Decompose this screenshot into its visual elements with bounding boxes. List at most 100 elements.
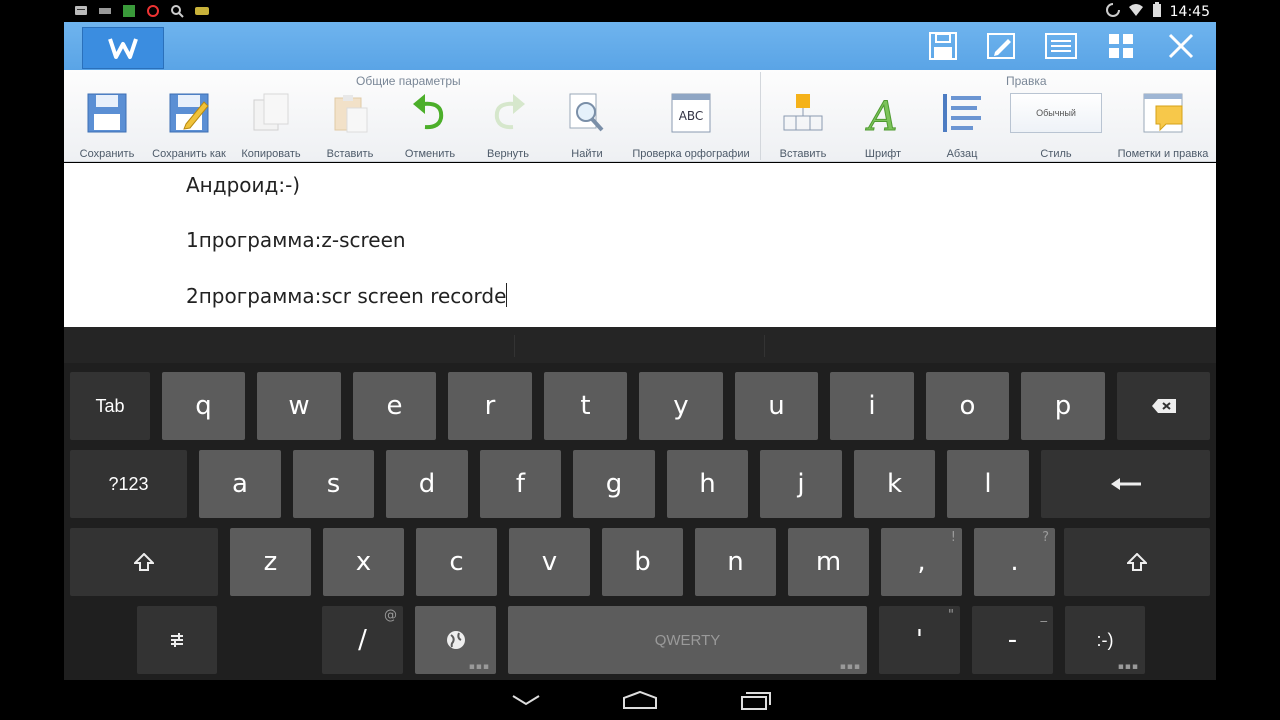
key-e[interactable]: e <box>353 372 436 440</box>
key-l[interactable]: l <box>947 450 1029 518</box>
ribbon-insert-button[interactable]: Вставить <box>772 90 834 160</box>
battery-icon <box>1152 2 1162 22</box>
key-q[interactable]: q <box>162 372 245 440</box>
spellcheck-icon: ABC <box>671 93 711 133</box>
ribbon-undo-button[interactable]: Отменить <box>398 90 462 160</box>
key-o[interactable]: o <box>926 372 1009 440</box>
text-cursor <box>506 283 508 307</box>
review-icon <box>1143 93 1183 133</box>
edit-button[interactable] <box>985 30 1019 62</box>
recents-button[interactable] <box>736 688 776 712</box>
search-icon <box>170 3 184 18</box>
key-p[interactable]: p <box>1021 372 1105 440</box>
key-t[interactable]: t <box>544 372 627 440</box>
key-i[interactable]: i <box>830 372 914 440</box>
ribbon-paste-button[interactable]: Вставить <box>318 90 382 160</box>
key-dash[interactable]: - _ <box>972 606 1053 674</box>
recents-icon <box>741 692 771 710</box>
notification-icons <box>74 3 209 18</box>
ribbon-font-button[interactable]: A Шрифт <box>852 90 914 161</box>
ribbon-save-as-button[interactable]: Сохранить как <box>148 90 230 160</box>
ribbon-style-button[interactable]: Обычный Стиль <box>1008 90 1104 160</box>
key-apostrophe[interactable]: ' " <box>879 606 960 674</box>
suggestion-strip <box>64 327 1216 363</box>
status-bar: 14:45 <box>64 0 1216 22</box>
language-key[interactable]: ▪▪▪ <box>415 606 496 674</box>
insert-icon <box>783 94 823 131</box>
shift-icon <box>1127 553 1147 571</box>
ribbon-find-button[interactable]: Найти <box>556 90 618 160</box>
ribbon-spellcheck-button[interactable]: ABC Проверка орфографии <box>629 90 753 160</box>
back-button[interactable] <box>506 688 546 712</box>
key-h[interactable]: h <box>667 450 748 518</box>
home-button[interactable] <box>620 688 660 712</box>
tab-key[interactable]: Tab <box>70 372 150 440</box>
key-u[interactable]: u <box>735 372 818 440</box>
current-line-text: 2программа:scr screen recorde <box>186 284 507 308</box>
ribbon-save-button[interactable]: Сохранить <box>74 90 140 160</box>
key-d[interactable]: d <box>386 450 468 518</box>
home-icon <box>623 690 657 709</box>
font-icon: A <box>864 94 898 135</box>
clock: 14:45 <box>1169 4 1210 20</box>
document-line: Андроид:-) <box>186 173 301 197</box>
usb-icon <box>98 3 112 17</box>
app-logo[interactable] <box>82 27 164 69</box>
ribbon-paragraph-button[interactable]: Абзац <box>931 90 993 160</box>
shift-key-left[interactable] <box>70 528 218 596</box>
key-k[interactable]: k <box>854 450 935 518</box>
key-j[interactable]: j <box>760 450 842 518</box>
key-f[interactable]: f <box>480 450 561 518</box>
key-m[interactable]: m <box>788 528 869 596</box>
edit-icon <box>987 33 1015 59</box>
space-key[interactable]: QWERTY ▪▪▪ <box>508 606 867 674</box>
settings-sliders-icon <box>171 633 183 647</box>
save-button[interactable] <box>926 30 960 62</box>
grid-view-button[interactable] <box>1104 30 1138 62</box>
key-b[interactable]: b <box>602 528 683 596</box>
app-notification-icon <box>194 3 209 17</box>
ribbon-redo-button[interactable]: Вернуть <box>477 90 539 160</box>
copy-icon <box>253 93 289 131</box>
key-hint: _ <box>1040 608 1048 623</box>
key-comma[interactable]: ,! <box>881 528 962 596</box>
ribbon-copy-button[interactable]: Копировать <box>236 90 306 160</box>
document-area[interactable]: Андроид:-) 1программа:z-screen 2программ… <box>64 163 1216 327</box>
save-icon <box>929 32 957 60</box>
key-period[interactable]: .? <box>974 528 1055 596</box>
key-slash[interactable]: / @ <box>322 606 403 674</box>
key-a[interactable]: a <box>199 450 281 518</box>
cube-icon <box>122 3 136 17</box>
smiley-key[interactable]: :-) ▪▪▪ <box>1065 606 1145 674</box>
shift-icon <box>134 553 154 571</box>
key-c[interactable]: c <box>416 528 497 596</box>
ribbon-divider <box>760 72 761 160</box>
paste-icon <box>334 95 368 133</box>
key-z[interactable]: z <box>230 528 311 596</box>
key-n[interactable]: n <box>695 528 776 596</box>
key-y[interactable]: y <box>639 372 723 440</box>
key-hint: @ <box>384 608 397 623</box>
key-g[interactable]: g <box>573 450 655 518</box>
enter-icon <box>1110 478 1141 490</box>
key-x[interactable]: x <box>323 528 404 596</box>
list-view-button[interactable] <box>1044 30 1078 62</box>
backspace-key[interactable] <box>1117 372 1210 440</box>
enter-key[interactable] <box>1041 450 1210 518</box>
key-v[interactable]: v <box>509 528 590 596</box>
key-s[interactable]: s <box>293 450 374 518</box>
close-button[interactable] <box>1164 30 1198 62</box>
ribbon-toolbar: Общие параметры Правка Сохранить Сохрани… <box>64 70 1216 162</box>
more-dots: ▪▪▪ <box>468 662 490 672</box>
ribbon-review-button[interactable]: Пометки и правка <box>1114 90 1212 160</box>
grid-icon <box>1109 34 1133 58</box>
symbols-key[interactable]: ?123 <box>70 450 187 518</box>
key-w[interactable]: w <box>257 372 341 440</box>
paragraph-icon <box>943 94 981 132</box>
record-icon <box>146 3 160 17</box>
settings-key[interactable] <box>137 606 217 674</box>
close-icon <box>1168 33 1194 59</box>
key-hint: ! <box>950 530 956 545</box>
key-r[interactable]: r <box>448 372 532 440</box>
shift-key-right[interactable] <box>1064 528 1210 596</box>
